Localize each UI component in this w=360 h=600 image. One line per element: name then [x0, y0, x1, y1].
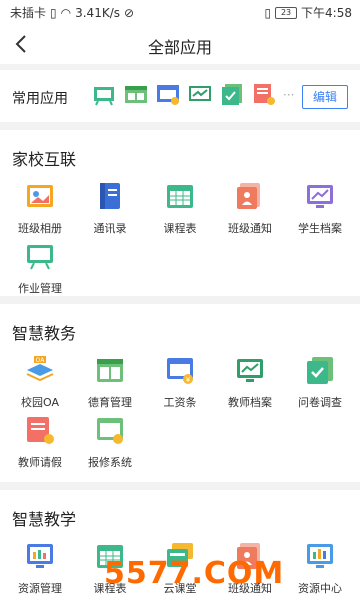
app-label: 报修系统 [88, 456, 132, 469]
app-label: 学生档案 [298, 222, 342, 235]
common-app-icon-blue-window[interactable] [156, 82, 180, 106]
section-title: 智慧教务 [12, 324, 77, 343]
app-homework[interactable]: 作业管理 [4, 240, 76, 300]
more-indicator: ··· [283, 88, 295, 102]
resource-center-icon [307, 544, 333, 568]
carrier-text: 未插卡 [10, 6, 47, 20]
app-label: 德育管理 [88, 396, 132, 409]
app-label: 工资条 [163, 396, 197, 409]
leave-note-icon [27, 417, 54, 444]
app-resource-management[interactable]: 资源管理 [4, 540, 76, 600]
app-timetable[interactable]: 课程表 [144, 180, 216, 240]
app-survey[interactable]: 问卷调查 [284, 354, 356, 414]
wifi-icon: ◠ [60, 5, 72, 20]
sim-icon: ▯ [50, 5, 57, 20]
common-app-icon-green-window[interactable] [124, 82, 148, 106]
svg-text:OA: OA [36, 357, 46, 364]
homework-board-icon [27, 245, 53, 270]
common-app-icon-red-note[interactable] [252, 82, 276, 106]
app-label: 问卷调查 [298, 396, 342, 409]
nav-bar: 全部应用 [0, 24, 360, 64]
svg-text:¥: ¥ [186, 376, 191, 384]
watermark: 5577.COM [104, 556, 285, 591]
common-app-icon-chart[interactable] [188, 82, 212, 106]
moral-window-icon [97, 359, 123, 382]
teacher-chart-icon [237, 359, 263, 382]
app-repair-system[interactable]: 报修系统 [74, 414, 146, 474]
contacts-book-icon [100, 183, 120, 209]
app-class-notice[interactable]: 班级通知 [214, 180, 286, 240]
app-teacher-record[interactable]: 教师档案 [214, 354, 286, 414]
no-sim-icon: ⊘ [124, 5, 135, 20]
app-teacher-leave[interactable]: 教师请假 [4, 414, 76, 474]
app-label: 资源管理 [18, 582, 62, 595]
page-title: 全部应用 [147, 38, 212, 57]
app-label: 教师请假 [18, 456, 62, 469]
clock: 下午4:58 [301, 6, 352, 20]
app-label: 班级通知 [228, 222, 272, 235]
app-resource-center[interactable]: 资源中心 [284, 540, 356, 600]
app-label: 教师档案 [228, 396, 272, 409]
section-title: 智慧教学 [12, 510, 77, 529]
app-label: 作业管理 [18, 282, 62, 295]
common-app-icon-teal[interactable] [92, 82, 116, 106]
battery-icon: 23 [275, 6, 298, 19]
app-label: 资源中心 [298, 582, 342, 595]
app-moral-education[interactable]: 德育管理 [74, 354, 146, 414]
app-payslip[interactable]: ¥ 工资条 [144, 354, 216, 414]
common-apps-label: 常用应用 [12, 91, 68, 107]
section-title: 家校互联 [12, 150, 77, 169]
section-smart-affairs: 智慧教务 OA 校园OA 德育管理 ¥ 工资条 教师档案 问卷调查 教师请假 报… [0, 304, 360, 482]
app-label: 课程表 [163, 222, 197, 235]
section-home-school: 家校互联 班级相册 通讯录 课程表 班级通知 学生档案 作业管理 [0, 130, 360, 296]
edit-button[interactable]: 编辑 [302, 85, 348, 109]
app-class-album[interactable]: 班级相册 [4, 180, 76, 240]
app-contacts[interactable]: 通讯录 [74, 180, 146, 240]
common-app-icon-checklist[interactable] [220, 82, 244, 106]
oa-stack-icon: OA [26, 356, 54, 382]
app-label: 校园OA [21, 396, 59, 409]
vibrate-icon: ▯ [264, 5, 272, 20]
app-label: 通讯录 [93, 222, 127, 235]
status-bar: 未插卡 ▯ ◠ 3.41K/s ⊘ ▯ 23 下午4:58 [0, 0, 360, 24]
notice-icon [237, 183, 260, 209]
app-label: 班级相册 [18, 222, 62, 235]
photo-album-icon [27, 185, 53, 207]
network-speed: 3.41K/s [75, 5, 120, 20]
app-campus-oa[interactable]: OA 校园OA [4, 354, 76, 414]
app-student-record[interactable]: 学生档案 [284, 180, 356, 240]
timetable-icon [167, 185, 193, 208]
student-record-icon [307, 185, 333, 208]
resource-bars-icon [27, 544, 53, 568]
common-apps-bar: 常用应用 ··· 编辑 [0, 70, 360, 122]
payslip-icon: ¥ [167, 358, 193, 384]
repair-icon [97, 418, 123, 444]
survey-check-icon [307, 357, 333, 384]
